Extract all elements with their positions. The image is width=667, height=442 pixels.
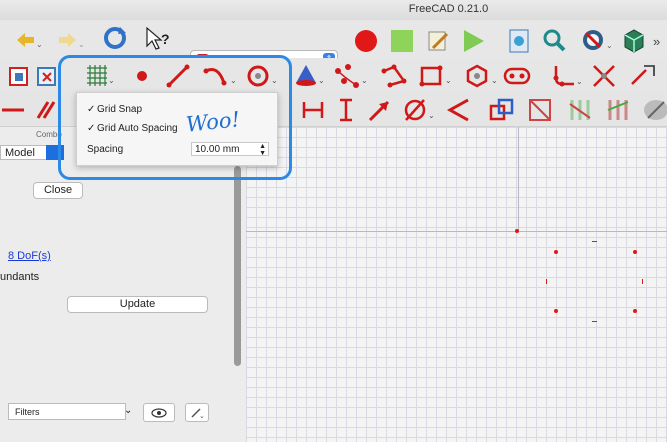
constraint-mark [592, 241, 597, 242]
svg-text:⌄: ⌄ [428, 111, 435, 120]
svg-text:⌄: ⌄ [576, 77, 583, 86]
leave-sketch-icon[interactable] [34, 64, 60, 88]
rectangle-icon[interactable]: ⌄ [418, 63, 454, 89]
svg-text:⌄: ⌄ [491, 76, 498, 85]
edit-filter-button[interactable]: ⌄ [185, 403, 209, 422]
tab-model[interactable]: Model [0, 145, 52, 160]
record-macro-icon[interactable] [353, 28, 379, 54]
lock-constraint-icon[interactable] [488, 96, 516, 124]
polyline-icon[interactable] [380, 63, 408, 89]
window-title: FreeCAD 0.21.0 [408, 3, 489, 15]
constraint-mark [642, 279, 643, 284]
diameter-constraint-icon[interactable]: ⌄ [402, 96, 438, 124]
toolbar-row-main: ⌄ ⌄ ? Sketcher ⇕ ⌄ » [0, 20, 667, 69]
svg-text:»: » [653, 34, 660, 49]
show-constraints-icon[interactable] [566, 96, 594, 124]
refresh-icon[interactable] [101, 24, 129, 52]
draw-style-icon[interactable]: ⌄ [580, 26, 614, 54]
title-bar: FreeCAD 0.21.0 [0, 0, 667, 20]
sketch-point[interactable] [554, 309, 558, 313]
constraint-mark [546, 279, 547, 284]
toggle-driving-icon[interactable] [526, 96, 554, 124]
hide-constraints-icon[interactable] [604, 96, 632, 124]
stop-macro-icon[interactable] [389, 28, 415, 54]
zoom-icon[interactable] [540, 26, 568, 54]
sketch-point[interactable] [633, 250, 637, 254]
update-button[interactable]: Update [67, 296, 208, 313]
svg-text:⌄: ⌄ [445, 76, 452, 85]
svg-text:⌄: ⌄ [199, 413, 205, 419]
whats-this-icon[interactable]: ? [143, 25, 173, 51]
polygon-icon[interactable]: ⌄ [464, 63, 500, 89]
view-fit-icon[interactable] [505, 27, 533, 55]
distance-constraint-icon[interactable] [300, 98, 326, 122]
forward-icon[interactable]: ⌄ [56, 26, 86, 52]
panel-scrollbar[interactable] [234, 166, 241, 366]
constraint-mark [592, 321, 597, 322]
eye-icon [151, 407, 167, 418]
back-icon[interactable]: ⌄ [14, 26, 44, 52]
trim-icon[interactable] [590, 62, 618, 90]
fillet-icon[interactable]: ⌄ [548, 62, 584, 90]
sketch-point[interactable] [554, 250, 558, 254]
redundants-text: undants [0, 271, 40, 283]
measure-icon[interactable] [640, 96, 667, 124]
conic-icon[interactable]: ⌄ [292, 61, 328, 89]
dof-link[interactable]: 8 DoF(s) [8, 250, 51, 262]
filters-select[interactable]: Filters [8, 403, 126, 420]
sketch-viewport[interactable] [246, 127, 667, 442]
svg-text:⌄: ⌄ [78, 40, 85, 49]
horizontal-constraint-icon[interactable] [0, 100, 26, 120]
svg-text:?: ? [161, 31, 170, 47]
svg-text:⌄: ⌄ [361, 76, 368, 85]
bspline-icon[interactable]: ⌄ [334, 63, 370, 89]
toolbar-overflow-icon[interactable]: » [652, 28, 667, 54]
svg-text:⌄: ⌄ [36, 40, 43, 49]
svg-text:⌄: ⌄ [606, 41, 613, 50]
horizontal-axis [246, 231, 667, 232]
extend-icon[interactable] [628, 62, 658, 90]
edit-macro-icon[interactable] [424, 27, 452, 55]
svg-text:⌄: ⌄ [318, 76, 325, 85]
distance-arrow-icon[interactable] [366, 96, 392, 124]
close-button[interactable]: Close [33, 182, 83, 199]
pencil-icon: ⌄ [191, 407, 205, 419]
chevron-down-icon: ⌄ [124, 405, 133, 416]
std-view-icon[interactable] [620, 26, 648, 54]
slot-icon[interactable] [502, 63, 532, 89]
highlight-outline [58, 55, 292, 180]
parallel-constraint-icon[interactable] [34, 98, 58, 122]
angle-constraint-icon[interactable] [446, 96, 472, 124]
new-sketch-icon[interactable] [6, 64, 32, 88]
play-macro-icon[interactable] [459, 27, 487, 55]
vertical-axis [518, 127, 519, 231]
visibility-button[interactable] [143, 403, 175, 422]
vertical-distance-icon[interactable] [334, 96, 358, 124]
sketch-point[interactable] [633, 309, 637, 313]
sketch-point[interactable] [515, 229, 519, 233]
